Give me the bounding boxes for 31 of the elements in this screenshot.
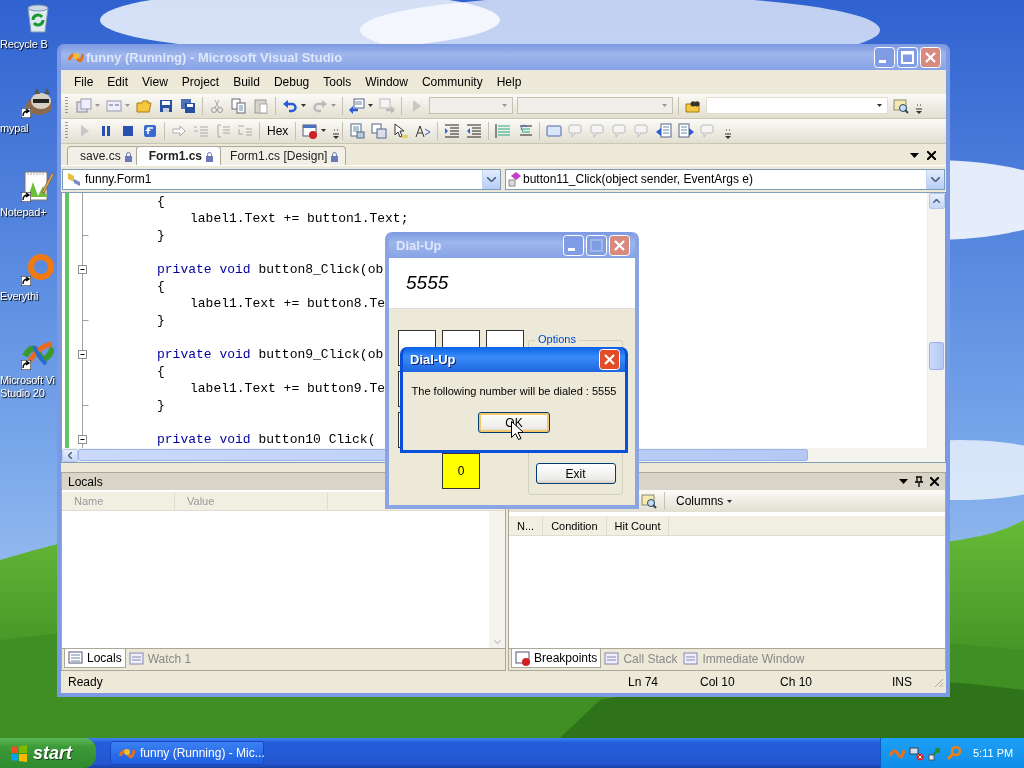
panel-title: Locals xyxy=(68,474,103,489)
icon-label: Microsoft Vi xyxy=(0,374,55,387)
group-label: Options xyxy=(535,333,579,345)
code-line: } xyxy=(157,313,165,329)
status-text: Ready xyxy=(68,675,104,690)
message-text: The following number will be dialed : 5555 xyxy=(411,385,617,397)
code-line: { xyxy=(157,279,165,295)
window-title: Dial-Up xyxy=(396,237,442,253)
code-line: { xyxy=(157,194,165,210)
code-line: } xyxy=(157,228,165,244)
icon-label: Everythi xyxy=(0,290,39,303)
code-line: } xyxy=(157,398,165,414)
code-line: label1.Text += button8.Te xyxy=(190,296,386,312)
status-mode: INS xyxy=(892,675,913,690)
code-line: { xyxy=(157,364,165,380)
clock: 5:11 PM xyxy=(973,747,1014,759)
code-line: private void button8_Click(ob xyxy=(157,262,384,278)
icon-label: Notepad+ xyxy=(0,206,47,219)
code-line: label1.Text += button9.Te xyxy=(190,381,386,397)
status-column: Col 10 xyxy=(700,675,780,690)
number-display: 5555 xyxy=(389,258,635,309)
code-line: private void button10 Click( xyxy=(157,432,376,448)
icon-label: Recycle B xyxy=(0,38,48,51)
code-line: label1.Text += button1.Text; xyxy=(190,211,409,227)
code-line: private void button9_Click(ob xyxy=(157,347,384,363)
status-char: Ch 10 xyxy=(780,675,814,690)
icon-label: Studio 20 xyxy=(0,387,45,400)
icon-label: mypal xyxy=(0,122,29,135)
window-title: funny (Running) - Microsoft Visual Studio xyxy=(86,49,343,65)
window-title: Dial-Up xyxy=(410,352,456,367)
status-line: Ln 74 xyxy=(628,675,660,690)
